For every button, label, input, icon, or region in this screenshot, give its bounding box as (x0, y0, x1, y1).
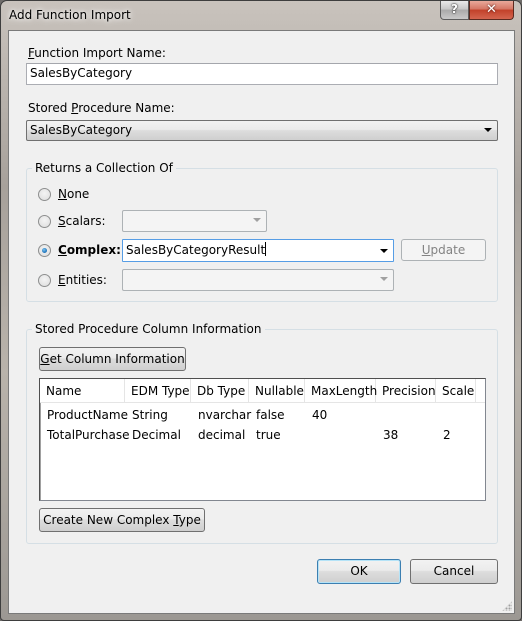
title-bar[interactable]: Add Function Import ? ✕ (1, 1, 521, 31)
cell-nullable: false (256, 408, 285, 422)
radio-entities[interactable] (38, 274, 51, 287)
column-header-edm-type[interactable]: EDM Type (125, 379, 191, 403)
cell-precision: 38 (383, 428, 399, 442)
column-header-nullable[interactable]: Nullable (249, 379, 305, 403)
cell-maxlength: 40 (312, 408, 328, 422)
update-button[interactable]: Update (401, 239, 486, 261)
column-header-name[interactable]: Name (40, 379, 125, 403)
chevron-down-icon (253, 218, 261, 222)
column-header-precision[interactable]: Precision (376, 379, 436, 403)
radio-complex[interactable] (38, 244, 51, 257)
radio-none-label[interactable]: None (58, 187, 89, 201)
chevron-down-icon (380, 249, 388, 253)
radio-scalars-label[interactable]: Scalars: (58, 214, 106, 228)
radio-scalars[interactable] (38, 215, 51, 228)
list-header: Name EDM Type Db Type Nullable MaxLength… (40, 379, 485, 403)
help-button[interactable]: ? (440, 1, 469, 20)
create-new-complex-type-button[interactable]: Create New Complex Type (39, 508, 205, 532)
chevron-down-icon (484, 128, 492, 132)
ok-button[interactable]: OK (317, 559, 401, 584)
cancel-button[interactable]: Cancel (410, 559, 498, 584)
stored-procedure-select[interactable]: SalesByCategory (26, 120, 498, 141)
cell-scale: 2 (443, 428, 451, 442)
chevron-down-icon (380, 277, 388, 281)
function-import-name-input[interactable]: SalesByCategory (26, 63, 498, 85)
cell-db-type: decimal (198, 428, 246, 442)
column-header-maxlength[interactable]: MaxLength (305, 379, 377, 403)
complex-type-combobox[interactable]: SalesByCategoryResult (122, 239, 394, 262)
radio-complex-label[interactable]: Complex: (58, 243, 121, 257)
close-button[interactable]: ✕ (469, 1, 514, 20)
cell-db-type: nvarchar (198, 408, 252, 422)
cell-name: ProductName (47, 408, 128, 422)
get-column-information-button[interactable]: Get Column Information (39, 347, 186, 371)
dialog-body: Function Import Name: SalesByCategory St… (8, 30, 515, 614)
close-icon: ✕ (486, 2, 497, 17)
radio-entities-label[interactable]: Entities: (58, 273, 107, 287)
complex-type-value: SalesByCategoryResult (126, 243, 266, 257)
help-icon: ? (451, 2, 458, 16)
column-header-scale[interactable]: Scale (436, 379, 476, 403)
column-header-db-type[interactable]: Db Type (191, 379, 249, 403)
radio-none[interactable] (38, 188, 51, 201)
cell-nullable: true (256, 428, 281, 442)
resize-grip-icon[interactable] (502, 601, 512, 611)
column-info-list[interactable]: Name EDM Type Db Type Nullable MaxLength… (39, 378, 486, 501)
stored-procedure-name-label: Stored Procedure Name: (28, 101, 175, 115)
scalars-select[interactable] (122, 210, 267, 232)
cell-edm-type: String (132, 408, 168, 422)
dialog-title: Add Function Import (9, 8, 131, 22)
function-import-name-label: Function Import Name: (28, 46, 166, 60)
entities-select[interactable] (122, 269, 394, 291)
stored-procedure-value: SalesByCategory (30, 123, 133, 137)
dialog-window: Add Function Import ? ✕ Function Import … (0, 0, 522, 621)
column-info-title: Stored Procedure Column Information (32, 322, 265, 336)
cell-name: TotalPurchase (47, 428, 130, 442)
text-caret (265, 242, 267, 256)
cell-edm-type: Decimal (132, 428, 181, 442)
returns-collection-title: Returns a Collection Of (32, 161, 176, 175)
